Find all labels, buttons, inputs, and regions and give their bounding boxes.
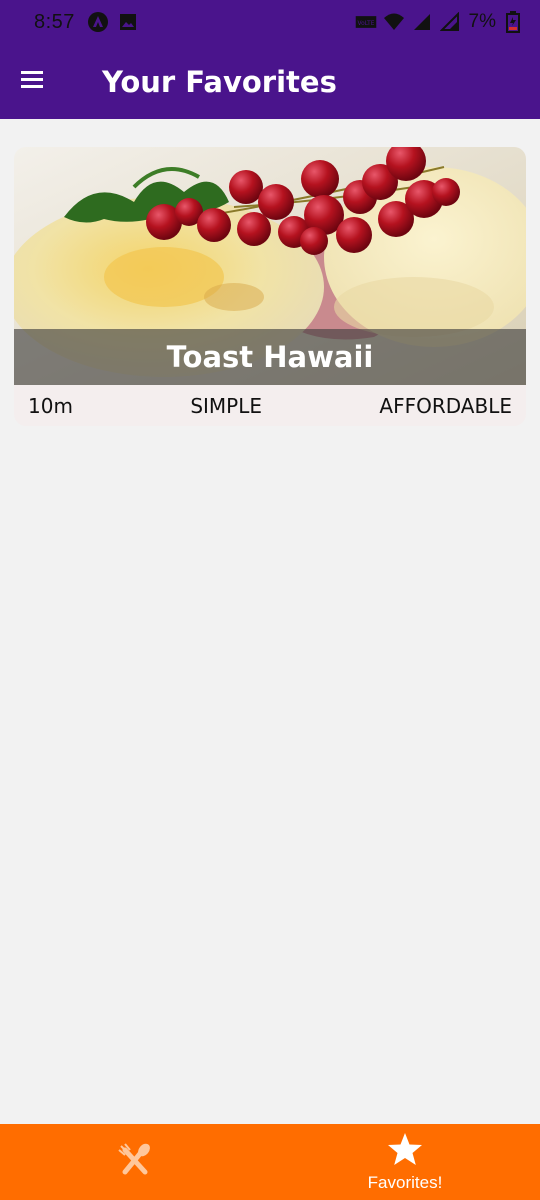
- tab-categories[interactable]: [0, 1124, 270, 1200]
- app-icon: [87, 11, 109, 33]
- svg-text:VoLTE: VoLTE: [357, 21, 374, 27]
- favorites-list: Toast Hawaii 10m SIMPLE AFFORDABLE: [0, 119, 540, 1124]
- status-time: 8:57: [34, 10, 75, 33]
- image-icon: [117, 11, 139, 33]
- tab-favorites[interactable]: Favorites!: [270, 1124, 540, 1200]
- meal-complexity: SIMPLE: [190, 393, 263, 418]
- status-icons-right: VoLTE 7%: [355, 11, 524, 33]
- battery-icon: [502, 11, 524, 33]
- wifi-icon: [383, 11, 405, 33]
- app-bar: Your Favorites: [0, 44, 540, 119]
- volte-icon: VoLTE: [355, 11, 377, 33]
- meal-meta: 10m SIMPLE AFFORDABLE: [14, 385, 526, 426]
- restaurant-icon: [117, 1142, 153, 1183]
- meal-title-overlay: Toast Hawaii: [14, 329, 526, 385]
- page-title: Your Favorites: [102, 64, 337, 99]
- signal-r-icon: [439, 11, 461, 33]
- meal-duration: 10m: [28, 393, 73, 418]
- meal-card[interactable]: Toast Hawaii 10m SIMPLE AFFORDABLE: [14, 147, 526, 426]
- tab-favorites-label: Favorites!: [367, 1172, 443, 1192]
- menu-button[interactable]: [0, 50, 64, 114]
- status-icons-left: [87, 11, 139, 33]
- bottom-nav: Favorites!: [0, 1124, 540, 1200]
- menu-icon: [20, 69, 44, 94]
- star-icon: [387, 1132, 423, 1171]
- battery-percent: 7%: [468, 11, 496, 32]
- status-bar: 8:57 VoLTE 7%: [0, 0, 540, 44]
- meal-affordability: AFFORDABLE: [379, 393, 512, 418]
- signal-icon: [411, 11, 433, 33]
- meal-title: Toast Hawaii: [166, 340, 374, 374]
